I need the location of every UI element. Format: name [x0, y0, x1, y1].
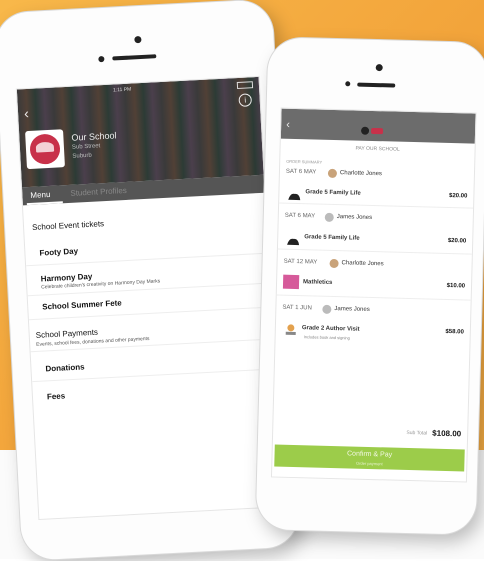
avatar — [327, 168, 338, 179]
order-price: $20.00 — [447, 237, 467, 245]
order-date: SAT 1 JUN — [282, 304, 312, 312]
divider — [279, 202, 474, 209]
avatar — [322, 304, 332, 314]
school-subtitle: Sub Street — [71, 143, 101, 151]
avatar — [324, 212, 334, 222]
order-item: Grade 5 Family Life — [304, 234, 360, 242]
app-logo-icon — [360, 126, 370, 135]
battery-icon — [236, 81, 254, 90]
avatar — [329, 258, 339, 269]
payment-header: ‹ — [280, 108, 476, 144]
order-price: $58.00 — [445, 328, 464, 336]
back-arrow-icon[interactable]: ‹ — [24, 105, 30, 121]
order-date: SAT 6 MAY — [284, 212, 316, 220]
tab-underline — [26, 201, 63, 206]
divider — [276, 294, 471, 301]
order-item: Mathletics — [302, 279, 333, 286]
school-name: Our School — [71, 130, 117, 143]
speaker-grille — [112, 54, 157, 61]
order-date: SAT 6 MAY — [285, 168, 317, 176]
page-title: PAY OUR SCHOOL — [355, 145, 400, 153]
family-icon — [287, 188, 301, 201]
order-description: Includes book and signing — [303, 334, 350, 341]
school-logo-badge — [370, 127, 384, 135]
menu-item-donations[interactable]: Donations — [45, 362, 85, 373]
menu-item-summer-fete[interactable]: School Summer Fete — [42, 298, 122, 311]
back-arrow-icon[interactable]: ‹ — [286, 119, 290, 131]
order-person: James Jones — [336, 214, 373, 221]
order-item: Grade 2 Author Visit — [301, 325, 360, 333]
author-visit-icon — [284, 323, 298, 336]
camera-dot — [134, 35, 142, 44]
order-person: Charlotte Jones — [339, 170, 383, 178]
menu-item-footy-day[interactable]: Footy Day — [39, 247, 78, 258]
school-subtitle-2: Suburb — [72, 152, 92, 160]
info-icon[interactable]: i — [238, 93, 253, 107]
order-price: $10.00 — [446, 282, 466, 290]
sensor-dot — [345, 81, 351, 87]
status-bar — [286, 111, 472, 116]
mathletics-icon — [282, 274, 300, 290]
menu-item-fees[interactable]: Fees — [47, 391, 66, 401]
confirm-pay-sublabel: Order payment — [355, 460, 383, 467]
order-item: Grade 5 Family Life — [305, 189, 361, 197]
divider — [277, 248, 472, 255]
home-button[interactable] — [131, 517, 174, 535]
right-screen: ‹ PAY OUR SCHOOL ORDER SUMMARY SAT 6 MAY… — [270, 107, 477, 483]
section-header-events: School Event tickets — [31, 219, 105, 232]
school-banner: 1:11 PM ‹ i Our School Sub Street Suburb — [16, 76, 264, 188]
order-total: $108.00 — [432, 428, 462, 439]
status-time: 1:11 PM — [112, 86, 132, 94]
logo-wing-icon — [35, 141, 55, 153]
order-person: Charlotte Jones — [341, 260, 384, 268]
order-summary-label: ORDER SUMMARY — [286, 158, 323, 165]
confirm-pay-button[interactable]: Confirm & Pay Order payment — [274, 444, 465, 472]
camera-dot — [375, 64, 383, 72]
order-person: James Jones — [334, 306, 370, 313]
section-header-payments: School Payments — [35, 327, 99, 340]
family-icon — [286, 233, 300, 246]
phone-left: 1:11 PM ‹ i Our School Sub Street Suburb… — [0, 0, 301, 561]
school-logo — [25, 129, 65, 170]
subtotal-label: Sub Total — [406, 429, 428, 437]
sensor-dot — [98, 55, 105, 63]
tab-menu[interactable]: Menu — [30, 190, 50, 200]
phone-right: ‹ PAY OUR SCHOOL ORDER SUMMARY SAT 6 MAY… — [255, 37, 484, 535]
status-bar: 1:11 PM — [23, 80, 254, 100]
order-price: $20.00 — [448, 192, 468, 200]
speaker-grille — [357, 82, 396, 88]
order-date: SAT 12 MAY — [283, 258, 318, 266]
tab-student-profiles[interactable]: Student Profiles — [70, 186, 127, 198]
left-screen: 1:11 PM ‹ i Our School Sub Street Suburb… — [15, 75, 283, 521]
